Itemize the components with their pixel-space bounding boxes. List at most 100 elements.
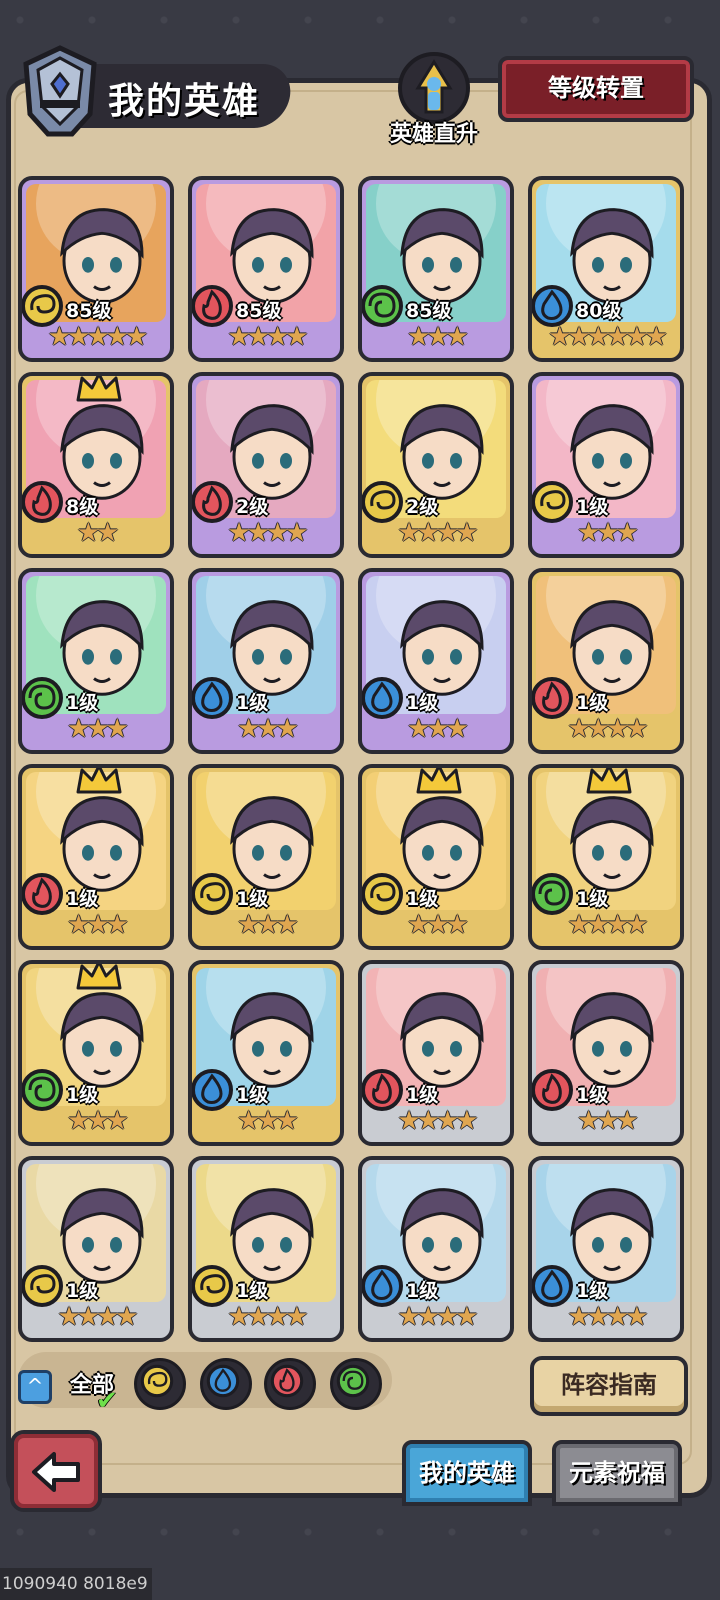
star-rating: ★★★ [237,714,299,744]
hero-card[interactable]: 1级 ★★★★ [358,1156,514,1342]
hero-card[interactable]: 85级 ★★★★★ [18,176,174,362]
hero-level: 1级 [236,888,269,910]
hero-level: 85级 [66,300,112,322]
check-icon: ✔ [96,1386,118,1416]
filter-earth-button[interactable] [134,1358,186,1410]
hero-level: 1级 [576,1280,609,1302]
earth-element-icon [140,1364,174,1398]
star-rating: ★★★ [577,518,639,548]
star-rating: ★★★ [407,910,469,940]
level-transfer-button[interactable]: 等级转置 [498,56,694,122]
filter-wind-button[interactable] [330,1358,382,1410]
hero-card[interactable]: 1级 ★★★★ [358,960,514,1146]
hero-card[interactable]: 1级 ★★★ [358,764,514,950]
hero-level: 1级 [236,1084,269,1106]
hero-card[interactable]: 1级 ★★★★ [528,764,684,950]
hero-card[interactable]: 1级 ★★★★ [528,1156,684,1342]
hero-level: 1级 [406,1084,439,1106]
hero-card[interactable]: 1级 ★★★★ [528,568,684,754]
lineup-guide-label: 阵容指南 [561,1371,657,1399]
crown-icon [76,376,122,402]
hero-level: 1级 [406,888,439,910]
hero-level: 1级 [406,1280,439,1302]
tab-element-blessing-label: 元素祝福 [569,1459,665,1487]
star-rating: ★★★★ [227,322,308,352]
lineup-guide-button[interactable]: 阵容指南 [530,1356,688,1416]
star-rating: ★★★ [237,1106,299,1136]
hero-level: 2级 [236,496,269,518]
tab-my-heroes[interactable]: 我的英雄 [402,1440,532,1506]
star-rating: ★★★ [67,910,129,940]
star-rating: ★★★ [67,1106,129,1136]
hero-card[interactable]: 1级 ★★★ [358,568,514,754]
fire-element-icon [270,1364,304,1398]
hero-card[interactable]: 1级 ★★★ [528,372,684,558]
levelup-label: 英雄直升 [389,122,478,147]
hero-card[interactable]: 1级 ★★★ [528,960,684,1146]
water-element-icon [206,1364,240,1398]
tab-element-blessing[interactable]: 元素祝福 [552,1440,682,1506]
hero-level: 85级 [236,300,282,322]
hero-card[interactable]: 85级 ★★★★ [188,176,344,362]
star-rating: ★★★ [407,714,469,744]
star-rating: ★★★★★ [47,322,149,352]
hero-level: 80级 [576,300,622,322]
star-rating: ★★★★★★ [548,322,668,352]
hero-level: 1级 [66,692,99,714]
hero-grid: 85级 ★★★★★ 85级 ★★★★ 85级 ★★★ 80级 ★★★★★★ 8级 ★★ 2级 ★★★★… [18,176,690,1346]
back-arrow-icon [32,1452,80,1492]
star-rating: ★★★ [577,1106,639,1136]
hero-level: 1级 [66,888,99,910]
tab-my-heroes-label: 我的英雄 [419,1459,515,1487]
crown-icon [416,768,462,794]
helmet-icon [23,45,97,137]
level-transfer-label: 等级转置 [548,74,644,102]
hero-level: 1级 [576,692,609,714]
filter-fire-button[interactable] [264,1358,316,1410]
hero-card[interactable]: 1级 ★★★ [188,568,344,754]
star-rating: ★★★★ [397,1106,478,1136]
hero-card[interactable]: 1级 ★★★★ [188,1156,344,1342]
star-rating: ★★ [76,518,120,548]
page-title: 我的英雄 [108,81,261,122]
hero-level: 1级 [66,1280,99,1302]
star-rating: ★★★★ [567,910,648,940]
crown-icon [76,768,122,794]
hero-card[interactable]: 1级 ★★★ [18,960,174,1146]
crown-icon [76,964,122,990]
hero-card[interactable]: 80级 ★★★★★★ [528,176,684,362]
hero-level: 1级 [576,888,609,910]
star-rating: ★★★★ [57,1302,138,1332]
star-rating: ★★★★ [227,1302,308,1332]
hero-card[interactable]: 1级 ★★★★ [18,1156,174,1342]
hero-card[interactable]: 1级 ★★★ [18,568,174,754]
hero-level: 2级 [406,496,439,518]
star-rating: ★★★ [407,322,469,352]
hero-level: 1级 [576,1084,609,1106]
hero-card[interactable]: 85级 ★★★ [358,176,514,362]
star-rating: ★★★★ [567,1302,648,1332]
build-id: 1090940 8018e9 [0,1568,152,1600]
hero-card[interactable]: 8级 ★★ [18,372,174,558]
filter-water-button[interactable] [200,1358,252,1410]
star-rating: ★★★★ [397,518,478,548]
star-rating: ★★★ [237,910,299,940]
hero-level: 1级 [406,692,439,714]
hero-level: 1级 [236,692,269,714]
collapse-button[interactable]: ^ [18,1370,52,1404]
star-rating: ★★★★ [397,1302,478,1332]
hero-level: 85级 [406,300,452,322]
star-rating: ★★★ [67,714,129,744]
hero-card[interactable]: 1级 ★★★ [188,764,344,950]
back-button[interactable] [10,1430,102,1512]
hero-level: 1级 [66,1084,99,1106]
hero-card[interactable]: 2级 ★★★★ [358,372,514,558]
star-rating: ★★★★ [227,518,308,548]
hero-card[interactable]: 2级 ★★★★ [188,372,344,558]
hero-card[interactable]: 1级 ★★★ [18,764,174,950]
wind-element-icon [336,1364,370,1398]
crown-icon [586,768,632,794]
hero-card[interactable]: 1级 ★★★ [188,960,344,1146]
hero-level: 1级 [576,496,609,518]
hero-level: 1级 [236,1280,269,1302]
